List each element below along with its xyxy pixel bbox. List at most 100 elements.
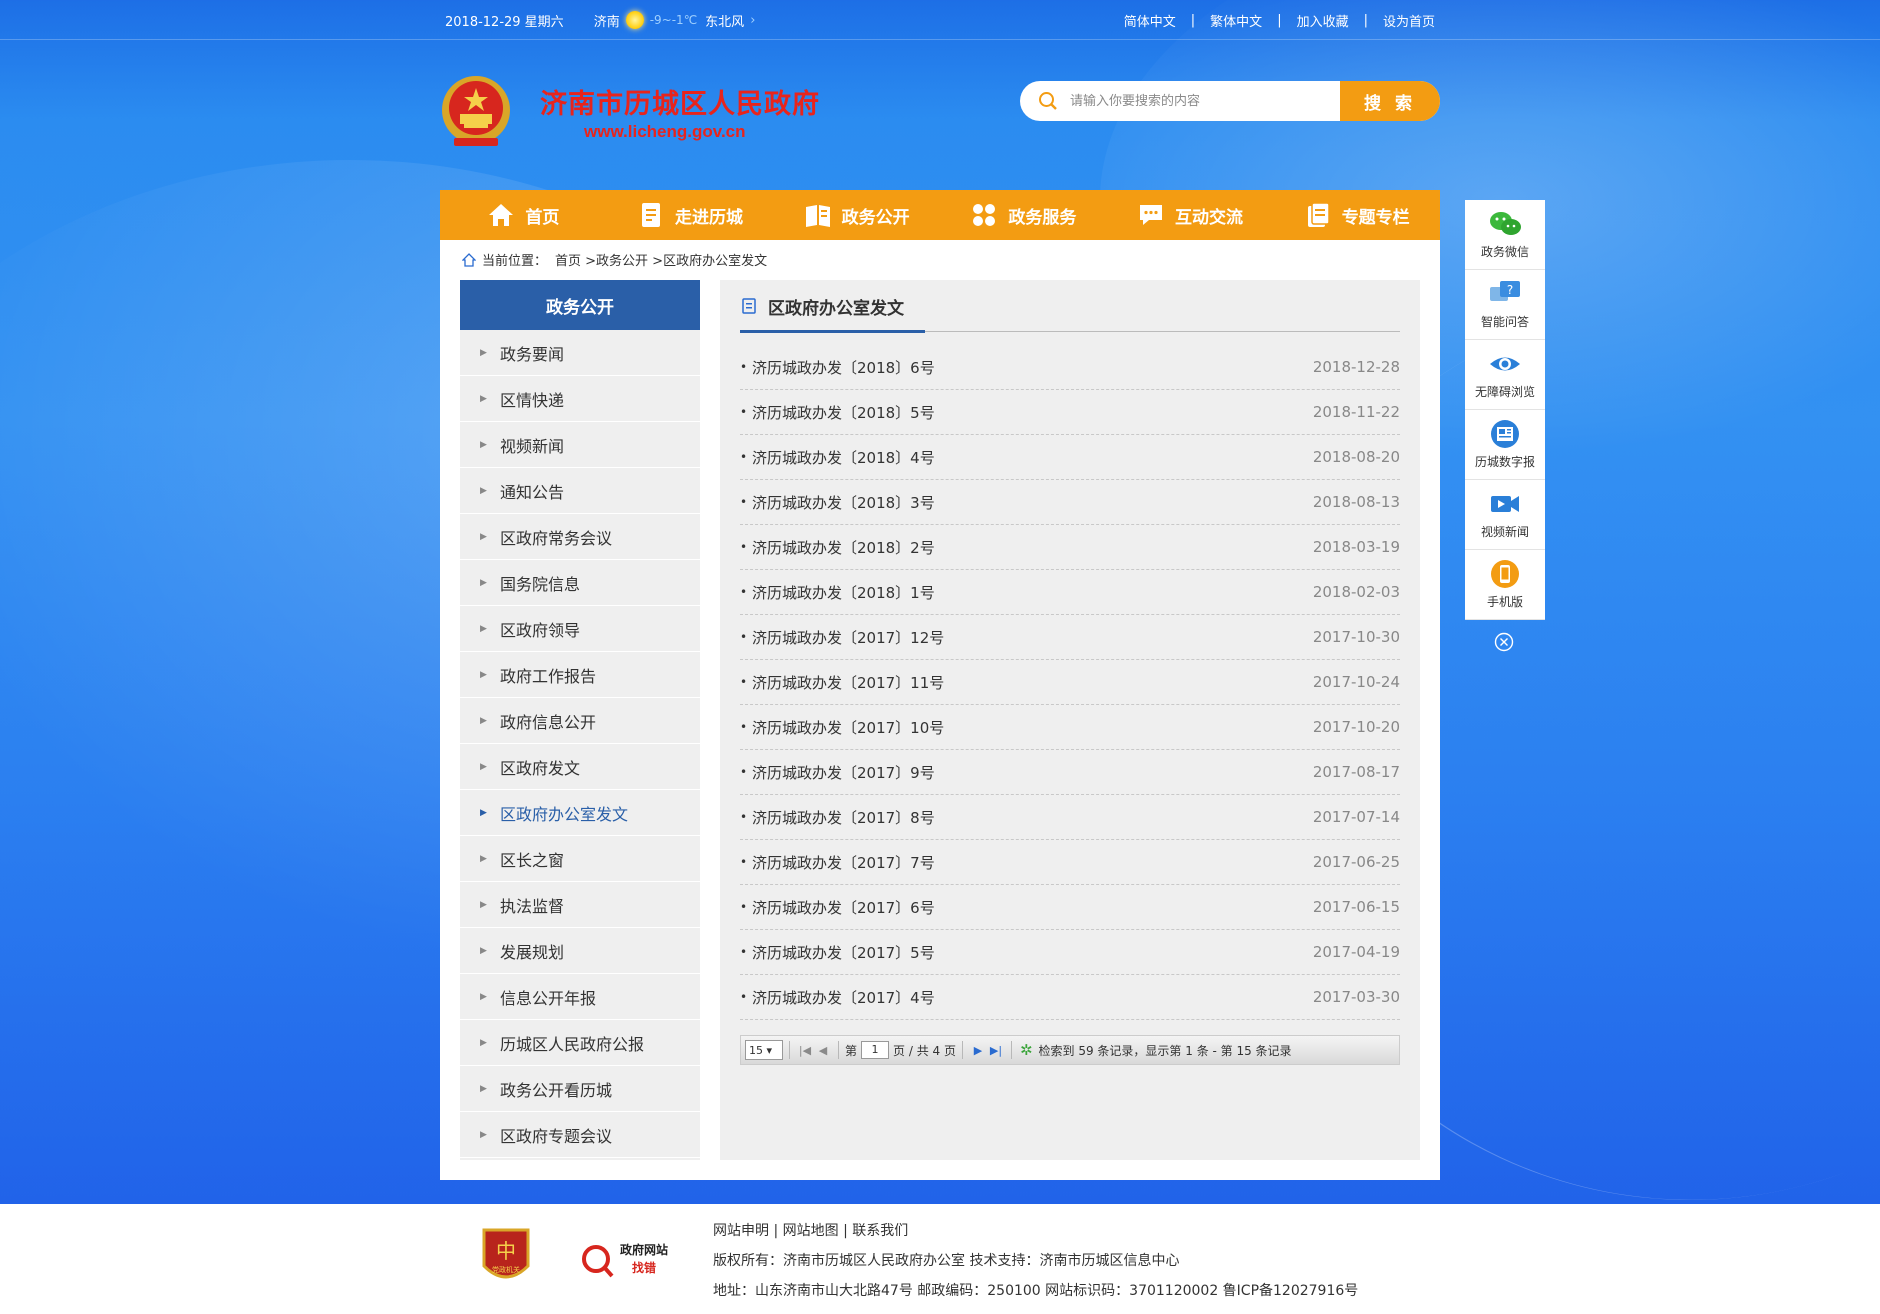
sidebar-item[interactable]: ▶ 政府信息公开	[460, 698, 700, 744]
sidebar-item-label: 政务要闻	[500, 344, 565, 364]
chevron-right-icon: ▶	[480, 347, 487, 358]
document-date: 2017-10-24	[1312, 673, 1400, 691]
page-label-post: 页 / 共 4 页	[893, 1043, 956, 1058]
float-item-digital-paper[interactable]: 历城数字报	[1465, 410, 1545, 480]
bullet-icon: •	[740, 360, 748, 374]
sidebar-item[interactable]: ▶ 政务公开看历城	[460, 1066, 700, 1112]
chevron-right-icon: ▶	[480, 1129, 487, 1140]
document-link[interactable]: 济历城政办发〔2018〕5号	[752, 402, 935, 423]
footer-address: 地址：山东济南市山大北路47号 邮政编码：250100 网站标识码：370112…	[713, 1283, 1359, 1299]
sidebar-item[interactable]: ▶ 区政府发文	[460, 744, 700, 790]
link-add-favorite[interactable]: 加入收藏	[1297, 11, 1349, 30]
open-book-icon	[805, 205, 830, 227]
float-item-mobile[interactable]: 手机版	[1465, 550, 1545, 620]
document-link[interactable]: 济历城政办发〔2018〕3号	[752, 492, 935, 513]
first-page-icon[interactable]: |◀	[796, 1044, 814, 1057]
nav-item-interaction[interactable]: 互动交流	[1107, 190, 1274, 240]
list-item: • 济历城政办发〔2017〕8号 2017-07-14	[740, 795, 1400, 840]
sidebar-item-label: 区政府常务会议	[500, 528, 613, 548]
document-link[interactable]: 济历城政办发〔2017〕4号	[752, 987, 935, 1008]
sidebar-item[interactable]: ▶ 区情快递	[460, 376, 700, 422]
document-link[interactable]: 济历城政办发〔2017〕5号	[752, 942, 935, 963]
link-simplified-chinese[interactable]: 简体中文	[1124, 11, 1176, 30]
gov-site-error-report-badge[interactable]: 政府网站 找错	[580, 1236, 680, 1282]
sidebar-item[interactable]: ▶ 区政府办公室发文	[460, 790, 700, 836]
link-set-homepage[interactable]: 设为首页	[1383, 11, 1435, 30]
float-item-video-news[interactable]: 视频新闻	[1465, 480, 1545, 550]
document-link[interactable]: 济历城政办发〔2017〕11号	[752, 672, 944, 693]
chevron-right-icon[interactable]: ›	[750, 13, 755, 28]
prev-page-icon[interactable]: ◀	[814, 1044, 832, 1057]
footer-links[interactable]: 网站申明 | 网站地图 | 联系我们	[713, 1216, 1358, 1246]
chevron-right-icon: ▶	[480, 577, 487, 588]
close-icon[interactable]	[1494, 632, 1514, 652]
document-date: 2018-12-28	[1312, 358, 1400, 376]
nav-item-about[interactable]: 走进历城	[607, 190, 774, 240]
sidebar-item[interactable]: ▶ 视频新闻	[460, 422, 700, 468]
sidebar-item-label: 国务院信息	[500, 574, 581, 594]
bullet-icon: •	[740, 540, 748, 554]
home-icon	[489, 204, 514, 226]
sidebar-item[interactable]: ▶ 区政府常务会议	[460, 514, 700, 560]
search-button[interactable]: 搜 索	[1340, 81, 1440, 121]
bullet-icon: •	[740, 810, 748, 824]
sidebar-item-label: 政务公开看历城	[500, 1080, 613, 1100]
party-gov-badge[interactable]: 中 党政机关	[480, 1226, 532, 1288]
float-item-wechat[interactable]: 政务微信	[1465, 200, 1545, 270]
chevron-right-icon: ▶	[480, 945, 487, 956]
sidebar-item[interactable]: ▶ 执法监督	[460, 882, 700, 928]
sidebar-list: ▶ 政务要闻 ▶ 区情快递 ▶ 视频新闻 ▶ 通知公告 ▶ 区政府常务会议 ▶ 国务院信息 ▶ 区政府领导…	[460, 330, 700, 1158]
nav-item-home[interactable]: 首页	[440, 190, 607, 240]
refresh-icon[interactable]: ✲	[1020, 1041, 1033, 1059]
document-date: 2017-06-15	[1312, 898, 1400, 916]
document-link[interactable]: 济历城政办发〔2017〕7号	[752, 852, 935, 873]
float-item-qa[interactable]: ? 智能问答	[1465, 270, 1545, 340]
document-link[interactable]: 济历城政办发〔2017〕9号	[752, 762, 935, 783]
document-link[interactable]: 济历城政办发〔2018〕1号	[752, 582, 935, 603]
sidebar-item[interactable]: ▶ 区政府领导	[460, 606, 700, 652]
document-link[interactable]: 济历城政办发〔2017〕8号	[752, 807, 935, 828]
sidebar-item-label: 政府信息公开	[500, 712, 597, 732]
sidebar-item[interactable]: ▶ 发展规划	[460, 928, 700, 974]
nav-label: 走进历城	[675, 207, 743, 228]
document-date: 2018-08-20	[1312, 448, 1400, 466]
site-url[interactable]: www.licheng.gov.cn	[584, 122, 746, 142]
sidebar-item-label: 区政府办公室发文	[500, 804, 629, 824]
sidebar-item[interactable]: ▶ 信息公开年报	[460, 974, 700, 1020]
link-traditional-chinese[interactable]: 繁体中文	[1210, 11, 1262, 30]
document-link[interactable]: 济历城政办发〔2018〕4号	[752, 447, 935, 468]
document-link[interactable]: 济历城政办发〔2017〕6号	[752, 897, 935, 918]
sidebar-item-label: 区情快递	[500, 390, 565, 410]
list-item: • 济历城政办发〔2018〕5号 2018-11-22	[740, 390, 1400, 435]
nav-item-topics[interactable]: 专题专栏	[1273, 190, 1440, 240]
eye-icon	[1490, 357, 1520, 371]
page-number-input[interactable]: 1	[861, 1041, 890, 1059]
sidebar-item[interactable]: ▶ 通知公告	[460, 468, 700, 514]
sidebar-item[interactable]: ▶ 政府工作报告	[460, 652, 700, 698]
float-item-accessibility[interactable]: 无障碍浏览	[1465, 340, 1545, 410]
nav-item-gov-affairs[interactable]: 政务公开	[773, 190, 940, 240]
nav-item-gov-services[interactable]: 政务服务	[940, 190, 1107, 240]
sidebar-item[interactable]: ▶ 历城区人民政府公报	[460, 1020, 700, 1066]
bullet-icon: •	[740, 720, 748, 734]
search-input[interactable]	[1020, 81, 1340, 121]
sidebar-item[interactable]: ▶ 区政府专题会议	[460, 1112, 700, 1158]
last-page-icon[interactable]: ▶|	[987, 1044, 1005, 1057]
sidebar-item[interactable]: ▶ 政务要闻	[460, 330, 700, 376]
next-page-icon[interactable]: ▶	[969, 1044, 987, 1057]
sidebar-item[interactable]: ▶ 区长之窗	[460, 836, 700, 882]
sidebar-item-label: 区政府专题会议	[500, 1126, 613, 1146]
document-date: 2017-10-20	[1312, 718, 1400, 736]
weather-wind: 东北风	[705, 14, 745, 30]
document-link[interactable]: 济历城政办发〔2017〕12号	[752, 627, 944, 648]
badge2-line1: 政府网站	[620, 1242, 668, 1257]
sidebar-item[interactable]: ▶ 国务院信息	[460, 560, 700, 606]
document-link[interactable]: 济历城政办发〔2018〕6号	[752, 357, 935, 378]
document-link[interactable]: 济历城政办发〔2018〕2号	[752, 537, 935, 558]
page-size-select[interactable]: 15 ▾	[745, 1040, 783, 1060]
document-date: 2018-02-03	[1312, 583, 1400, 601]
breadcrumb-path[interactable]: 首页 >政务公开 >区政府办公室发文	[555, 250, 767, 269]
newspaper-icon	[1491, 420, 1519, 448]
document-link[interactable]: 济历城政办发〔2017〕10号	[752, 717, 944, 738]
chevron-right-icon: ▶	[480, 531, 487, 542]
